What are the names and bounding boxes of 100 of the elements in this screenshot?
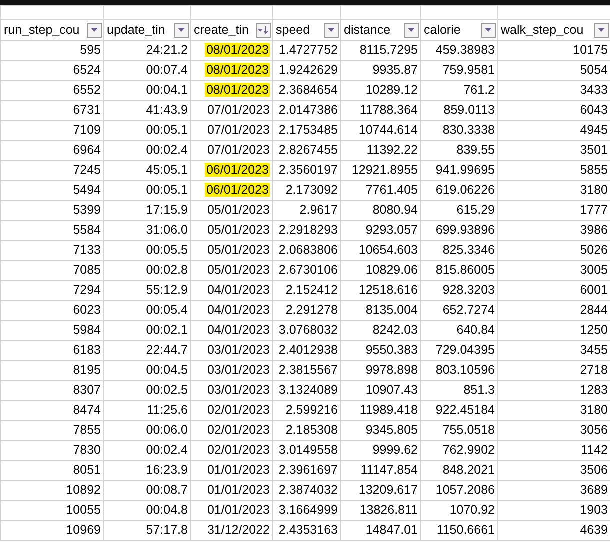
caret-icon	[91, 28, 98, 32]
table-cell: 11:25.6	[104, 400, 190, 420]
table-cell: 3.1324089	[272, 380, 340, 400]
table-cell: 8135.004	[340, 300, 420, 320]
table-cell: 2.3684654	[272, 80, 340, 100]
table-cell: 2.4353163	[272, 520, 340, 540]
table-cell: 00:08.7	[104, 480, 190, 500]
table-cell: 03/01/2023	[190, 380, 272, 400]
table-cell: 8307	[0, 380, 104, 400]
filter-button[interactable]	[594, 22, 609, 38]
table-cell: 6731	[0, 100, 104, 120]
table-cell: 10969	[0, 520, 104, 540]
table-cell: 851.3	[420, 380, 498, 400]
table-cell: 928.3203	[420, 280, 498, 300]
table-cell: 05/01/2023	[190, 200, 272, 220]
table-cell: 00:02.4	[104, 440, 190, 460]
column-header: speed	[276, 22, 310, 38]
table-cell: 57:17.8	[104, 520, 190, 540]
table-cell: 848.2021	[420, 460, 498, 480]
table-cell: 11392.22	[340, 140, 420, 160]
table-cell: 8195	[0, 360, 104, 380]
table-cell: 7294	[0, 280, 104, 300]
table-cell: 10907.43	[340, 380, 420, 400]
sort-icon	[258, 26, 269, 34]
table-cell: 16:23.9	[104, 460, 190, 480]
table-cell: 03/01/2023	[190, 340, 272, 360]
table-cell: 839.55	[420, 140, 498, 160]
table-cell: 3.0768032	[272, 320, 340, 340]
table-cell: 17:15.9	[104, 200, 190, 220]
table-cell: 10892	[0, 480, 104, 500]
caret-icon	[408, 28, 415, 32]
table-cell: 8080.94	[340, 200, 420, 220]
table-cell: 5984	[0, 320, 104, 340]
table-cell: 00:02.4	[104, 140, 190, 160]
table-cell: 2.0147386	[272, 100, 340, 120]
table-cell: 01/01/2023	[190, 500, 272, 520]
table-cell: 5584	[0, 220, 104, 240]
table-cell: 2.6730106	[272, 260, 340, 280]
table-cell: 31:06.0	[104, 220, 190, 240]
table-cell: 729.04395	[420, 340, 498, 360]
table-cell: 04/01/2023	[190, 300, 272, 320]
filter-button[interactable]	[87, 22, 102, 38]
table-cell: 9550.383	[340, 340, 420, 360]
table-cell: 05/01/2023	[190, 240, 272, 260]
table-cell: 2.3815567	[272, 360, 340, 380]
table-cell: 07/01/2023	[190, 140, 272, 160]
filter-button[interactable]	[174, 22, 189, 38]
table-cell: 2.3961697	[272, 460, 340, 480]
table-cell: 03/01/2023	[190, 360, 272, 380]
table-cell: 9999.62	[340, 440, 420, 460]
table-cell: 755.0518	[420, 420, 498, 440]
table-cell: 13209.617	[340, 480, 420, 500]
table-cell: 02/01/2023	[190, 440, 272, 460]
table-cell: 00:04.8	[104, 500, 190, 520]
table-cell: 01/01/2023	[190, 460, 272, 480]
filter-button[interactable]	[324, 22, 339, 38]
table-cell: 00:04.1	[104, 80, 190, 100]
table-cell: 2.8267455	[272, 140, 340, 160]
table-cell: 06/01/2023	[190, 160, 272, 180]
table-cell: 22:44.7	[104, 340, 190, 360]
filter-button[interactable]	[256, 22, 271, 38]
table-cell: 8474	[0, 400, 104, 420]
table-cell: 1.4727752	[272, 40, 340, 60]
table-cell: 10289.12	[340, 80, 420, 100]
caret-icon	[485, 28, 492, 32]
table-cell: 459.38983	[420, 40, 498, 60]
table-cell: 2.3874032	[272, 480, 340, 500]
table-cell: 08/01/2023	[190, 60, 272, 80]
table-cell: 00:07.4	[104, 60, 190, 80]
table-cell: 825.3346	[420, 240, 498, 260]
table-cell: 00:06.0	[104, 420, 190, 440]
table-cell: 45:05.1	[104, 160, 190, 180]
table-cell: 00:05.1	[104, 180, 190, 200]
table-cell: 6964	[0, 140, 104, 160]
table-cell: 08/01/2023	[190, 80, 272, 100]
table-cell: 9978.898	[340, 360, 420, 380]
table-cell: 00:05.4	[104, 300, 190, 320]
table-cell: 6023	[0, 300, 104, 320]
table-cell: 12921.8955	[340, 160, 420, 180]
table-cell: 14847.01	[340, 520, 420, 540]
filter-button[interactable]	[404, 22, 419, 38]
table-cell: 2.152412	[272, 280, 340, 300]
table-cell: 2.0683806	[272, 240, 340, 260]
table-cell: 11788.364	[340, 100, 420, 120]
table-cell: 2.3560197	[272, 160, 340, 180]
table-cell: 8242.03	[340, 320, 420, 340]
column-header: create_tin	[194, 22, 249, 38]
table-cell: 6183	[0, 340, 104, 360]
table-cell: 08/01/2023	[190, 40, 272, 60]
table-cell: 619.06226	[420, 180, 498, 200]
table-cell: 859.0113	[420, 100, 498, 120]
table-cell: 31/12/2022	[190, 520, 272, 540]
filter-button[interactable]	[481, 22, 496, 38]
table-cell: 3.1664999	[272, 500, 340, 520]
table-cell: 55:12.9	[104, 280, 190, 300]
table-cell: 652.7274	[420, 300, 498, 320]
table-cell: 05/01/2023	[190, 220, 272, 240]
table-cell: 7855	[0, 420, 104, 440]
table-cell: 10744.614	[340, 120, 420, 140]
table-cell: 24:21.2	[104, 40, 190, 60]
